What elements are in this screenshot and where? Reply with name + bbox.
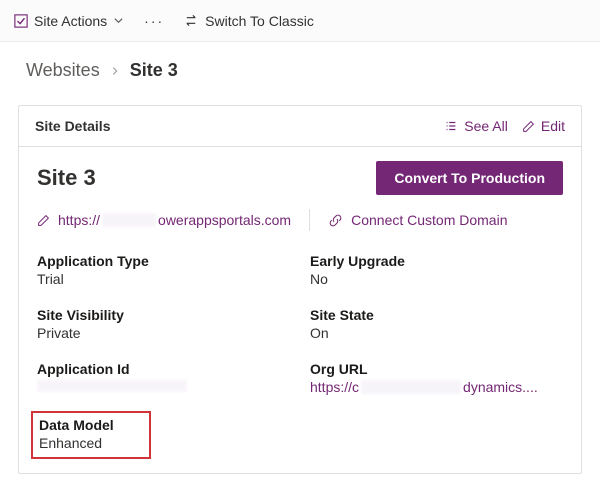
org-url-suffix: dynamics....: [463, 379, 538, 395]
field-label: Data Model: [39, 417, 141, 433]
link-icon: [328, 213, 343, 228]
switch-classic-label: Switch To Classic: [205, 13, 314, 29]
field-application-id: Application Id: [37, 361, 290, 395]
field-label: Application Type: [37, 253, 290, 269]
edit-label: Edit: [541, 118, 565, 134]
site-url-prefix: https://: [58, 212, 100, 228]
field-data-model: Data Model Enhanced: [37, 415, 290, 453]
redacted-text: [37, 380, 187, 392]
fields-grid: Application Type Trial Early Upgrade No …: [37, 253, 563, 453]
site-links-row: https:// owerappsportals.com Connect Cus…: [37, 209, 563, 231]
field-value: [37, 379, 290, 395]
field-label: Org URL: [310, 361, 563, 377]
vertical-divider: [309, 209, 310, 231]
field-site-visibility: Site Visibility Private: [37, 307, 290, 341]
breadcrumb: Websites Site 3: [0, 42, 600, 87]
breadcrumb-current: Site 3: [130, 60, 178, 81]
field-early-upgrade: Early Upgrade No: [310, 253, 563, 287]
field-label: Site State: [310, 307, 563, 323]
site-url-suffix: owerappsportals.com: [158, 212, 291, 228]
site-details-card: Site Details See All Edit Site 3 Convert…: [18, 105, 582, 474]
field-value[interactable]: https://c dynamics....: [310, 379, 563, 395]
field-application-type: Application Type Trial: [37, 253, 290, 287]
more-actions-button[interactable]: ···: [142, 13, 166, 29]
field-label: Site Visibility: [37, 307, 290, 323]
convert-production-button[interactable]: Convert To Production: [376, 161, 563, 195]
pencil-icon: [522, 120, 535, 133]
list-icon: [444, 119, 458, 133]
field-value: No: [310, 271, 563, 287]
field-value: On: [310, 325, 563, 341]
see-all-button[interactable]: See All: [444, 118, 508, 134]
field-value: Trial: [37, 271, 290, 287]
top-ribbon: Site Actions ··· Switch To Classic: [0, 0, 600, 42]
field-label: Early Upgrade: [310, 253, 563, 269]
card-title: Site Details: [35, 118, 110, 134]
redacted-text: [361, 380, 461, 394]
edit-url-link[interactable]: https:// owerappsportals.com: [37, 212, 291, 228]
field-site-state: Site State On: [310, 307, 563, 341]
redacted-text: [102, 213, 156, 227]
breadcrumb-parent[interactable]: Websites: [26, 60, 100, 81]
connect-domain-label: Connect Custom Domain: [351, 212, 507, 228]
connect-domain-link[interactable]: Connect Custom Domain: [328, 212, 507, 228]
swap-icon: [184, 13, 199, 28]
chevron-right-icon: [110, 60, 120, 81]
checkbox-icon: [14, 14, 28, 28]
highlight-box: Data Model Enhanced: [31, 411, 151, 459]
card-header: Site Details See All Edit: [19, 106, 581, 147]
pencil-icon: [37, 214, 50, 227]
field-value: Enhanced: [39, 435, 141, 451]
field-label: Application Id: [37, 361, 290, 377]
see-all-label: See All: [464, 118, 508, 134]
site-name-heading: Site 3: [37, 165, 96, 191]
site-actions-label: Site Actions: [34, 13, 107, 29]
switch-classic-button[interactable]: Switch To Classic: [184, 13, 314, 29]
site-actions-menu[interactable]: Site Actions: [14, 13, 124, 29]
field-org-url: Org URL https://c dynamics....: [310, 361, 563, 395]
org-url-prefix: https://c: [310, 379, 359, 395]
field-value: Private: [37, 325, 290, 341]
edit-button[interactable]: Edit: [522, 118, 565, 134]
chevron-down-icon: [113, 15, 124, 26]
